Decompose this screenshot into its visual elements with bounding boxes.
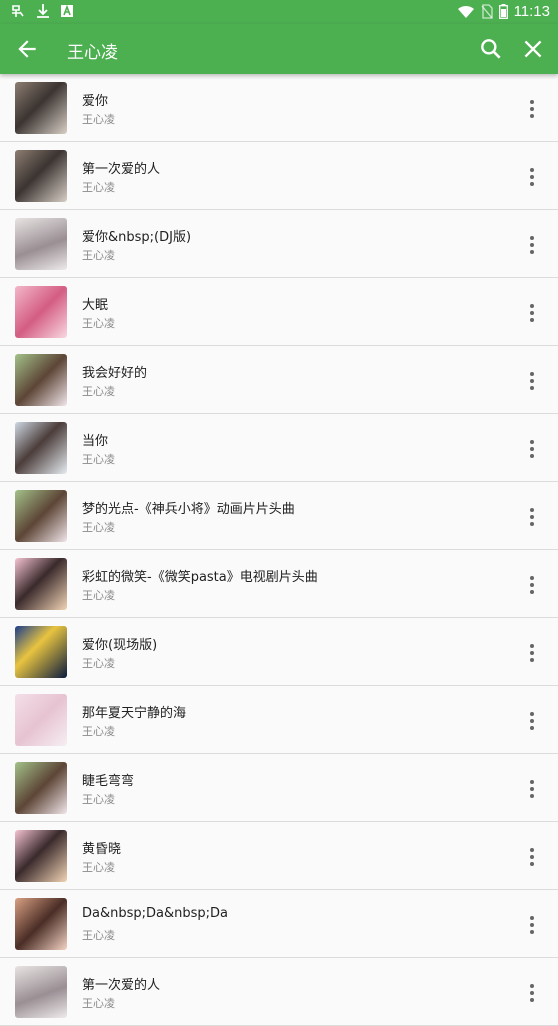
- song-title: 我会好好的: [82, 366, 148, 381]
- song-list-item[interactable]: 爱你&nbsp;(DJ版) 王心凌: [0, 210, 558, 278]
- more-vertical-icon[interactable]: [520, 369, 544, 393]
- song-artist: 王心凌: [82, 929, 115, 942]
- album-cover: [15, 218, 67, 270]
- no-sim-icon: [481, 4, 493, 19]
- album-cover: [15, 82, 67, 134]
- arrow-left-icon[interactable]: [14, 36, 40, 62]
- download-icon: [37, 4, 49, 18]
- album-cover: [15, 830, 67, 882]
- app-bar: 王心凌: [0, 24, 558, 74]
- album-cover: [15, 694, 67, 746]
- more-vertical-icon[interactable]: [520, 573, 544, 597]
- battery-icon: [498, 4, 508, 19]
- song-list-item[interactable]: 爱你(现场版) 王心凌: [0, 618, 558, 686]
- app-notification-icon: [12, 5, 24, 17]
- album-cover: [15, 490, 67, 542]
- song-title: 第一次爱的人: [82, 978, 161, 993]
- song-title: Da&nbsp;Da&nbsp;Da: [82, 906, 228, 921]
- song-title: 第一次爱的人: [82, 162, 161, 177]
- song-title: 爱你: [82, 94, 109, 109]
- album-cover: [15, 354, 67, 406]
- status-bar: 11:13: [0, 0, 558, 24]
- more-vertical-icon[interactable]: [520, 641, 544, 665]
- more-vertical-icon[interactable]: [520, 777, 544, 801]
- song-list-item[interactable]: 那年夏天宁静的海 王心凌: [0, 686, 558, 754]
- album-cover: [15, 898, 67, 950]
- song-list-item[interactable]: 睫毛弯弯 王心凌: [0, 754, 558, 822]
- song-title: 梦的光点-《神兵小将》动画片片头曲: [82, 502, 295, 517]
- album-cover: [15, 286, 67, 338]
- song-artist: 王心凌: [82, 113, 115, 126]
- song-list-item[interactable]: 我会好好的 王心凌: [0, 346, 558, 414]
- wifi-icon: [457, 5, 474, 18]
- song-artist: 王心凌: [82, 385, 115, 398]
- song-list: 爱你 王心凌 第一次爱的人 王心凌 爱你&nbsp;(DJ版) 王心凌 大眠 王心凌 我会好好的…: [0, 74, 558, 1026]
- song-artist: 王心凌: [82, 793, 115, 806]
- album-cover: [15, 762, 67, 814]
- song-artist: 王心凌: [82, 861, 115, 874]
- song-title: 那年夏天宁静的海: [82, 706, 187, 721]
- more-vertical-icon[interactable]: [520, 301, 544, 325]
- album-cover: [15, 558, 67, 610]
- more-vertical-icon[interactable]: [520, 845, 544, 869]
- song-artist: 王心凌: [82, 657, 115, 670]
- more-vertical-icon[interactable]: [520, 505, 544, 529]
- text-a-icon: [61, 4, 73, 17]
- song-artist: 王心凌: [82, 249, 115, 262]
- song-artist: 王心凌: [82, 725, 115, 738]
- song-list-item[interactable]: 彩虹的微笑-《微笑pasta》电视剧片头曲 王心凌: [0, 550, 558, 618]
- song-list-item[interactable]: 黄昏晓 王心凌: [0, 822, 558, 890]
- song-artist: 王心凌: [82, 521, 115, 534]
- song-title: 当你: [82, 434, 109, 449]
- more-vertical-icon[interactable]: [520, 233, 544, 257]
- album-cover: [15, 966, 67, 1018]
- album-cover: [15, 626, 67, 678]
- more-vertical-icon[interactable]: [520, 913, 544, 937]
- song-artist: 王心凌: [82, 589, 115, 602]
- page-title: 王心凌: [67, 43, 118, 63]
- song-list-item[interactable]: 爱你 王心凌: [0, 74, 558, 142]
- song-list-item[interactable]: Da&nbsp;Da&nbsp;Da 王心凌: [0, 890, 558, 958]
- more-vertical-icon[interactable]: [520, 97, 544, 121]
- song-artist: 王心凌: [82, 317, 115, 330]
- song-title: 黄昏晓: [82, 842, 122, 857]
- song-title: 爱你(现场版): [82, 638, 158, 653]
- more-vertical-icon[interactable]: [520, 709, 544, 733]
- close-icon[interactable]: [520, 36, 546, 62]
- song-list-item[interactable]: 大眠 王心凌: [0, 278, 558, 346]
- song-title: 爱你&nbsp;(DJ版): [82, 230, 192, 245]
- song-title: 彩虹的微笑-《微笑pasta》电视剧片头曲: [82, 570, 318, 585]
- song-title: 大眠: [82, 298, 109, 313]
- more-vertical-icon[interactable]: [520, 437, 544, 461]
- status-time: 11:13: [513, 3, 550, 20]
- album-cover: [15, 422, 67, 474]
- song-artist: 王心凌: [82, 453, 115, 466]
- song-list-item[interactable]: 第一次爱的人 王心凌: [0, 958, 558, 1026]
- more-vertical-icon[interactable]: [520, 981, 544, 1005]
- more-vertical-icon[interactable]: [520, 165, 544, 189]
- song-title: 睫毛弯弯: [82, 774, 135, 789]
- song-artist: 王心凌: [82, 181, 115, 194]
- search-icon[interactable]: [478, 36, 504, 62]
- album-cover: [15, 150, 67, 202]
- song-list-item[interactable]: 梦的光点-《神兵小将》动画片片头曲 王心凌: [0, 482, 558, 550]
- song-list-item[interactable]: 第一次爱的人 王心凌: [0, 142, 558, 210]
- song-list-item[interactable]: 当你 王心凌: [0, 414, 558, 482]
- song-artist: 王心凌: [82, 997, 115, 1010]
